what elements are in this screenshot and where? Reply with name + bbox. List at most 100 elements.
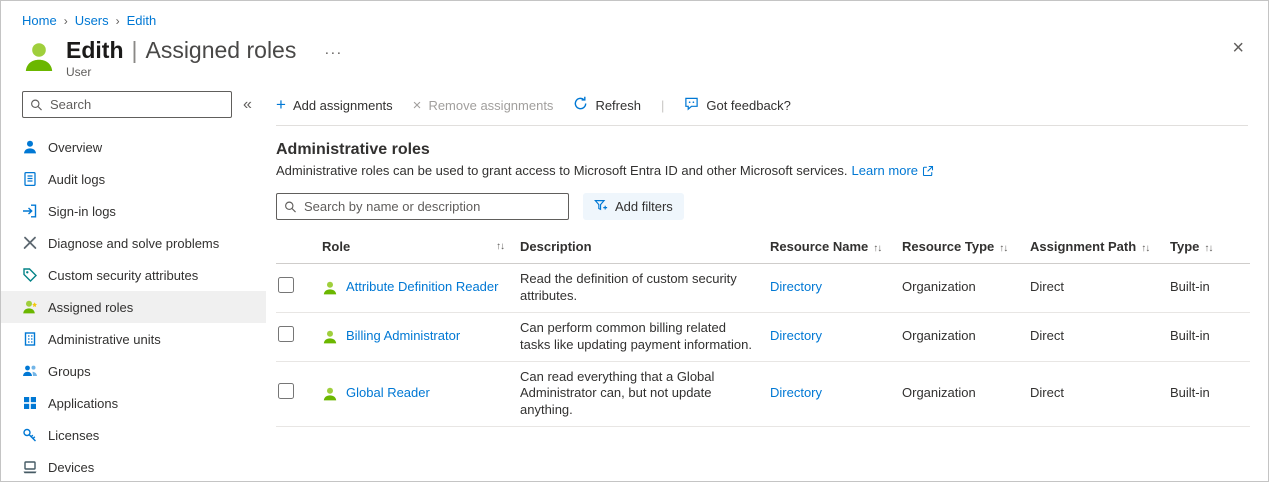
applications-icon	[22, 395, 38, 411]
row-checkbox[interactable]	[278, 326, 294, 342]
table-row: Global Reader Can read everything that a…	[276, 361, 1250, 427]
sidebar-item-label: Administrative units	[48, 332, 161, 347]
entity-type-label: User	[66, 65, 342, 79]
add-filter-icon	[594, 198, 608, 215]
toolbar-separator: |	[661, 98, 664, 113]
sidebar-search-input[interactable]	[22, 91, 232, 118]
sidebar-item-groups[interactable]: Groups	[1, 355, 266, 387]
assignment-path: Direct	[1022, 264, 1162, 313]
sidebar-item-label: Licenses	[48, 428, 99, 443]
sidebar-item-label: Overview	[48, 140, 102, 155]
table-row: Attribute Definition Reader Read the def…	[276, 264, 1250, 313]
role-description: Can read everything that a Global Admini…	[512, 361, 762, 427]
sidebar-nav: Overview Audit logs Sign-in logs Diagnos…	[1, 131, 266, 481]
toolbar: + Add assignments × Remove assignments R…	[276, 89, 1248, 121]
column-header-assignment-path[interactable]: Assignment Path↑↓	[1022, 234, 1162, 264]
role-link[interactable]: Billing Administrator	[346, 328, 460, 345]
refresh-label: Refresh	[595, 98, 641, 113]
remove-assignments-label: Remove assignments	[428, 98, 553, 113]
add-assignments-button[interactable]: + Add assignments	[276, 98, 393, 113]
sidebar-item-devices[interactable]: Devices	[1, 451, 266, 481]
sidebar-item-overview[interactable]: Overview	[1, 131, 266, 163]
title-block: Edith | Assigned roles ··· User	[66, 37, 342, 79]
page-title-section: Assigned roles	[145, 37, 296, 64]
page-header: Edith | Assigned roles ··· User ×	[1, 28, 1268, 79]
section-description: Administrative roles can be used to gran…	[276, 163, 848, 178]
breadcrumb-separator: ›	[116, 14, 120, 28]
role-description: Read the definition of custom security a…	[512, 264, 762, 313]
sidebar-item-label: Devices	[48, 460, 94, 475]
role-icon	[322, 386, 338, 402]
role-link[interactable]: Global Reader	[346, 385, 430, 402]
assignment-path: Direct	[1022, 312, 1162, 361]
sidebar-item-sign-in-logs[interactable]: Sign-in logs	[1, 195, 266, 227]
assigned-roles-icon	[22, 299, 38, 315]
breadcrumb-edith[interactable]: Edith	[127, 13, 157, 28]
assignment-path: Direct	[1022, 361, 1162, 427]
collapse-sidebar-button[interactable]: «	[243, 96, 252, 114]
more-icon[interactable]: ···	[324, 44, 342, 61]
main-content: + Add assignments × Remove assignments R…	[266, 87, 1268, 481]
column-header-role[interactable]: Role↑↓	[314, 234, 512, 264]
role-description: Can perform common billing related tasks…	[512, 312, 762, 361]
role-link[interactable]: Attribute Definition Reader	[346, 279, 498, 296]
search-icon	[30, 98, 43, 111]
sidebar-item-licenses[interactable]: Licenses	[1, 419, 266, 451]
external-link-icon	[922, 165, 934, 177]
learn-more-link[interactable]: Learn more	[852, 163, 918, 178]
role-icon	[322, 280, 338, 296]
sidebar-item-custom-security-attributes[interactable]: Custom security attributes	[1, 259, 266, 291]
remove-assignments-button[interactable]: × Remove assignments	[413, 98, 554, 113]
refresh-icon	[573, 96, 588, 114]
role-search-input[interactable]	[276, 193, 569, 220]
user-avatar	[22, 40, 56, 74]
column-header-resource-name[interactable]: Resource Name↑↓	[762, 234, 894, 264]
remove-icon: ×	[413, 98, 422, 113]
resource-name-link[interactable]: Directory	[770, 328, 822, 343]
sidebar-item-audit-logs[interactable]: Audit logs	[1, 163, 266, 195]
person-icon	[22, 139, 38, 155]
sidebar-item-applications[interactable]: Applications	[1, 387, 266, 419]
sort-icon: ↑↓	[1204, 243, 1212, 254]
sort-icon: ↑↓	[999, 243, 1007, 254]
administrative-units-icon	[22, 331, 38, 347]
resource-name-link[interactable]: Directory	[770, 385, 822, 400]
sidebar-item-assigned-roles[interactable]: Assigned roles	[1, 291, 266, 323]
sign-in-icon	[22, 203, 38, 219]
diagnose-icon	[22, 235, 38, 251]
licenses-icon	[22, 427, 38, 443]
header-checkbox-cell	[276, 234, 314, 264]
add-filters-label: Add filters	[615, 199, 673, 214]
sidebar-item-administrative-units[interactable]: Administrative units	[1, 323, 266, 355]
refresh-button[interactable]: Refresh	[573, 96, 641, 114]
close-icon[interactable]: ×	[1232, 38, 1244, 58]
feedback-label: Got feedback?	[706, 98, 791, 113]
breadcrumb-users[interactable]: Users	[75, 13, 109, 28]
sidebar-item-label: Audit logs	[48, 172, 105, 187]
add-filters-button[interactable]: Add filters	[583, 193, 684, 220]
sidebar-item-label: Diagnose and solve problems	[48, 236, 219, 251]
toolbar-divider	[276, 125, 1248, 126]
role-type: Built-in	[1162, 361, 1250, 427]
role-icon	[322, 329, 338, 345]
page: Home›Users›Edith Edith | Assigned roles …	[0, 0, 1269, 482]
sidebar-item-diagnose[interactable]: Diagnose and solve problems	[1, 227, 266, 259]
sidebar-item-label: Groups	[48, 364, 91, 379]
feedback-icon	[684, 96, 699, 114]
row-checkbox[interactable]	[278, 277, 294, 293]
sort-icon: ↑↓	[1141, 243, 1149, 254]
resource-type: Organization	[894, 361, 1022, 427]
row-checkbox[interactable]	[278, 383, 294, 399]
table-row: Billing Administrator Can perform common…	[276, 312, 1250, 361]
column-header-resource-type[interactable]: Resource Type↑↓	[894, 234, 1022, 264]
sidebar-item-label: Custom security attributes	[48, 268, 198, 283]
sidebar-item-label: Assigned roles	[48, 300, 133, 315]
column-header-type[interactable]: Type↑↓	[1162, 234, 1250, 264]
feedback-button[interactable]: Got feedback?	[684, 96, 791, 114]
breadcrumb-home[interactable]: Home	[22, 13, 57, 28]
sidebar-item-label: Sign-in logs	[48, 204, 116, 219]
resource-name-link[interactable]: Directory	[770, 279, 822, 294]
column-header-description: Description	[512, 234, 762, 264]
resource-type: Organization	[894, 312, 1022, 361]
page-title-user: Edith	[66, 37, 124, 64]
